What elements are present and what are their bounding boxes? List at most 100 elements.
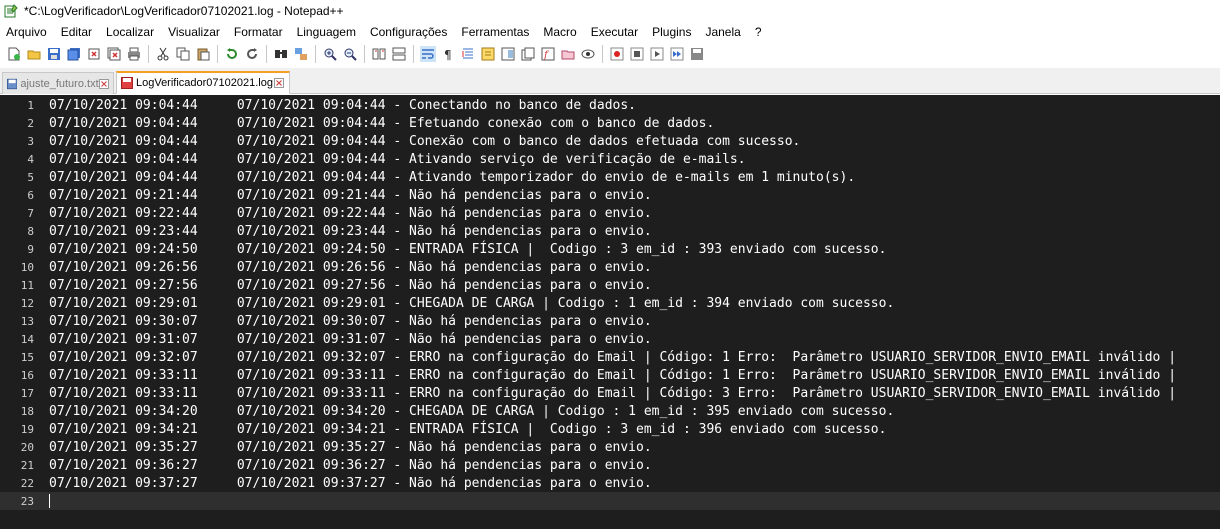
editor-line[interactable]: 10 07/10/2021 09:26:56 07/10/2021 09:26:5… — [0, 258, 1220, 276]
menu-arquivo[interactable]: Arquivo — [0, 22, 54, 42]
editor-line[interactable]: 2 07/10/2021 09:04:44 07/10/2021 09:04:44… — [0, 114, 1220, 132]
close-icon[interactable] — [98, 78, 109, 90]
editor-line[interactable]: 21 07/10/2021 09:36:27 07/10/2021 09:36:2… — [0, 456, 1220, 474]
user-defined-language-icon[interactable] — [480, 46, 496, 62]
tab-log-verificador[interactable]: LogVerificador07102021.log — [116, 71, 290, 94]
line-number: 5 — [27, 170, 34, 184]
close-icon[interactable] — [273, 77, 285, 89]
line-number: 13 — [20, 314, 34, 328]
menu-localizar[interactable]: Localizar — [99, 22, 161, 42]
menu-plugins[interactable]: Plugins — [645, 22, 698, 42]
print-icon[interactable] — [126, 46, 142, 62]
editor-line[interactable]: 17 07/10/2021 09:33:11 07/10/2021 09:33:1… — [0, 384, 1220, 402]
notepad-plus-plus-icon — [4, 4, 18, 18]
line-number: 2 — [27, 116, 34, 130]
line-number: 1 — [27, 98, 34, 112]
toolbar-separator — [315, 45, 316, 63]
editor-line[interactable]: 4 07/10/2021 09:04:44 07/10/2021 09:04:44… — [0, 150, 1220, 168]
editor-line[interactable]: 5 07/10/2021 09:04:44 07/10/2021 09:04:44… — [0, 168, 1220, 186]
editor-line[interactable]: 20 07/10/2021 09:35:27 07/10/2021 09:35:2… — [0, 438, 1220, 456]
editor-line[interactable]: 15 07/10/2021 09:32:07 07/10/2021 09:32:0… — [0, 348, 1220, 366]
paste-icon[interactable] — [195, 46, 211, 62]
editor-line[interactable]: 18 07/10/2021 09:34:20 07/10/2021 09:34:2… — [0, 402, 1220, 420]
menu-macro[interactable]: Macro — [536, 22, 583, 42]
menu-editar[interactable]: Editar — [54, 22, 99, 42]
line-number: 16 — [20, 368, 34, 382]
close-file-icon[interactable] — [86, 46, 102, 62]
menu-bar: Arquivo Editar Localizar Visualizar Form… — [0, 22, 1220, 42]
editor-line[interactable]: 11 07/10/2021 09:27:56 07/10/2021 09:27:5… — [0, 276, 1220, 294]
editor-line[interactable]: 1 07/10/2021 09:04:44 07/10/2021 09:04:44… — [0, 96, 1220, 114]
line-number: 6 — [27, 188, 34, 202]
menu-ferramentas[interactable]: Ferramentas — [454, 22, 536, 42]
editor-line[interactable]: 22 07/10/2021 09:37:27 07/10/2021 09:37:2… — [0, 474, 1220, 492]
new-file-icon[interactable] — [6, 46, 22, 62]
line-text: 07/10/2021 09:32:07 07/10/2021 09:32:07 … — [49, 349, 1177, 365]
find-icon[interactable] — [273, 46, 289, 62]
menu-linguagem[interactable]: Linguagem — [290, 22, 363, 42]
text-editor[interactable]: 1 07/10/2021 09:04:44 07/10/2021 09:04:44… — [0, 95, 1220, 529]
menu-janela[interactable]: Janela — [698, 22, 747, 42]
record-macro-icon[interactable] — [609, 46, 625, 62]
document-map-icon[interactable] — [500, 46, 516, 62]
open-file-icon[interactable] — [26, 46, 42, 62]
editor-line[interactable]: 12 07/10/2021 09:29:01 07/10/2021 09:29:0… — [0, 294, 1220, 312]
editor-line[interactable]: 23 — [0, 492, 1220, 510]
function-list-icon[interactable]: f — [540, 46, 556, 62]
line-text: 07/10/2021 09:04:44 07/10/2021 09:04:44 … — [49, 115, 715, 131]
document-list-icon[interactable] — [520, 46, 536, 62]
tab-ajuste-futuro[interactable]: ajuste_futuro.txt — [2, 72, 114, 94]
replace-icon[interactable] — [293, 46, 309, 62]
folder-as-workspace-icon[interactable] — [560, 46, 576, 62]
indent-guide-icon[interactable] — [460, 46, 476, 62]
cut-icon[interactable] — [155, 46, 171, 62]
menu-visualizar[interactable]: Visualizar — [161, 22, 227, 42]
line-text: 07/10/2021 09:04:44 07/10/2021 09:04:44 … — [49, 133, 801, 149]
play-macro-icon[interactable] — [649, 46, 665, 62]
menu-configuracoes[interactable]: Configurações — [363, 22, 454, 42]
sync-vertical-icon[interactable] — [371, 46, 387, 62]
show-all-characters-icon[interactable]: ¶ — [440, 46, 456, 62]
save-all-icon[interactable] — [66, 46, 82, 62]
word-wrap-icon[interactable] — [420, 46, 436, 62]
editor-line[interactable]: 16 07/10/2021 09:33:11 07/10/2021 09:33:1… — [0, 366, 1220, 384]
toolbar-separator — [602, 45, 603, 63]
line-text: 07/10/2021 09:26:56 07/10/2021 09:26:56 … — [49, 259, 652, 275]
line-number: 15 — [20, 350, 34, 364]
line-number: 20 — [20, 440, 34, 454]
tab-label: LogVerificador07102021.log — [135, 77, 273, 89]
save-macro-icon[interactable] — [689, 46, 705, 62]
save-icon[interactable] — [46, 46, 62, 62]
sync-horizontal-icon[interactable] — [391, 46, 407, 62]
copy-icon[interactable] — [175, 46, 191, 62]
zoom-out-icon[interactable] — [342, 46, 358, 62]
editor-line[interactable]: 19 07/10/2021 09:34:21 07/10/2021 09:34:2… — [0, 420, 1220, 438]
monitoring-icon[interactable] — [580, 46, 596, 62]
menu-help[interactable]: ? — [748, 22, 769, 42]
line-number: 4 — [27, 152, 34, 166]
redo-icon[interactable] — [244, 46, 260, 62]
undo-icon[interactable] — [224, 46, 240, 62]
editor-line[interactable]: 6 07/10/2021 09:21:44 07/10/2021 09:21:44… — [0, 186, 1220, 204]
editor-line[interactable]: 9 07/10/2021 09:24:50 07/10/2021 09:24:50… — [0, 240, 1220, 258]
line-text: 07/10/2021 09:34:20 07/10/2021 09:34:20 … — [49, 403, 895, 419]
zoom-in-icon[interactable] — [322, 46, 338, 62]
svg-text:¶: ¶ — [444, 48, 452, 61]
line-text: 07/10/2021 09:36:27 07/10/2021 09:36:27 … — [49, 457, 652, 473]
close-all-icon[interactable] — [106, 46, 122, 62]
stop-macro-icon[interactable] — [629, 46, 645, 62]
editor-line[interactable]: 8 07/10/2021 09:23:44 07/10/2021 09:23:44… — [0, 222, 1220, 240]
menu-formatar[interactable]: Formatar — [227, 22, 290, 42]
editor-line[interactable]: 3 07/10/2021 09:04:44 07/10/2021 09:04:44… — [0, 132, 1220, 150]
menu-executar[interactable]: Executar — [584, 22, 645, 42]
run-macro-multiple-icon[interactable] — [669, 46, 685, 62]
toolbar-separator — [413, 45, 414, 63]
editor-line[interactable]: 7 07/10/2021 09:22:44 07/10/2021 09:22:44… — [0, 204, 1220, 222]
tab-bar: ajuste_futuro.txt LogVerificador07102021… — [0, 68, 1220, 94]
line-text: 07/10/2021 09:04:44 07/10/2021 09:04:44 … — [49, 151, 746, 167]
editor-line[interactable]: 13 07/10/2021 09:30:07 07/10/2021 09:30:0… — [0, 312, 1220, 330]
line-number: 19 — [20, 422, 34, 436]
line-number: 23 — [20, 494, 34, 508]
editor-line[interactable]: 14 07/10/2021 09:31:07 07/10/2021 09:31:0… — [0, 330, 1220, 348]
saved-file-icon — [7, 78, 18, 89]
